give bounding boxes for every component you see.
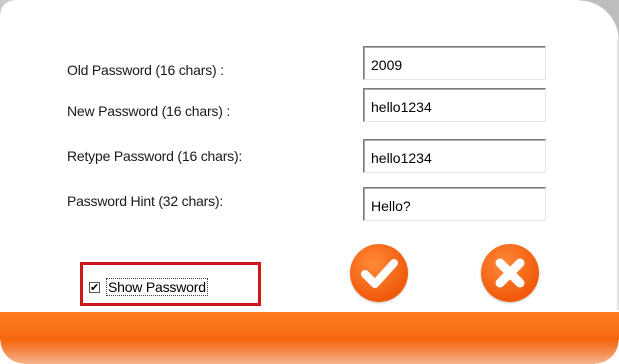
window-corner	[0, 0, 14, 14]
footer-bar-shade	[0, 340, 619, 364]
password-hint-label: Password Hint (32 chars):	[67, 193, 224, 209]
show-password-highlight: ✔ Show Password	[80, 262, 261, 306]
new-password-field[interactable]	[363, 88, 546, 122]
footer-corner	[595, 340, 619, 364]
show-password-label[interactable]: Show Password	[106, 278, 208, 296]
window-corner	[579, 0, 619, 40]
retype-password-field[interactable]	[363, 139, 546, 173]
cancel-button[interactable]	[481, 244, 539, 302]
old-password-field[interactable]	[363, 46, 546, 80]
checkmark-icon	[361, 259, 398, 288]
ok-button[interactable]	[350, 244, 408, 302]
show-password-checkbox[interactable]: ✔	[89, 282, 100, 293]
password-hint-field[interactable]	[363, 187, 546, 221]
change-password-dialog: Old Password (16 chars) : New Password (…	[0, 0, 619, 364]
retype-password-label: Retype Password (16 chars):	[67, 148, 243, 164]
new-password-label: New Password (16 chars) :	[67, 103, 231, 119]
old-password-label: Old Password (16 chars) :	[67, 62, 224, 78]
x-icon	[495, 258, 525, 288]
footer-corner	[0, 340, 24, 364]
